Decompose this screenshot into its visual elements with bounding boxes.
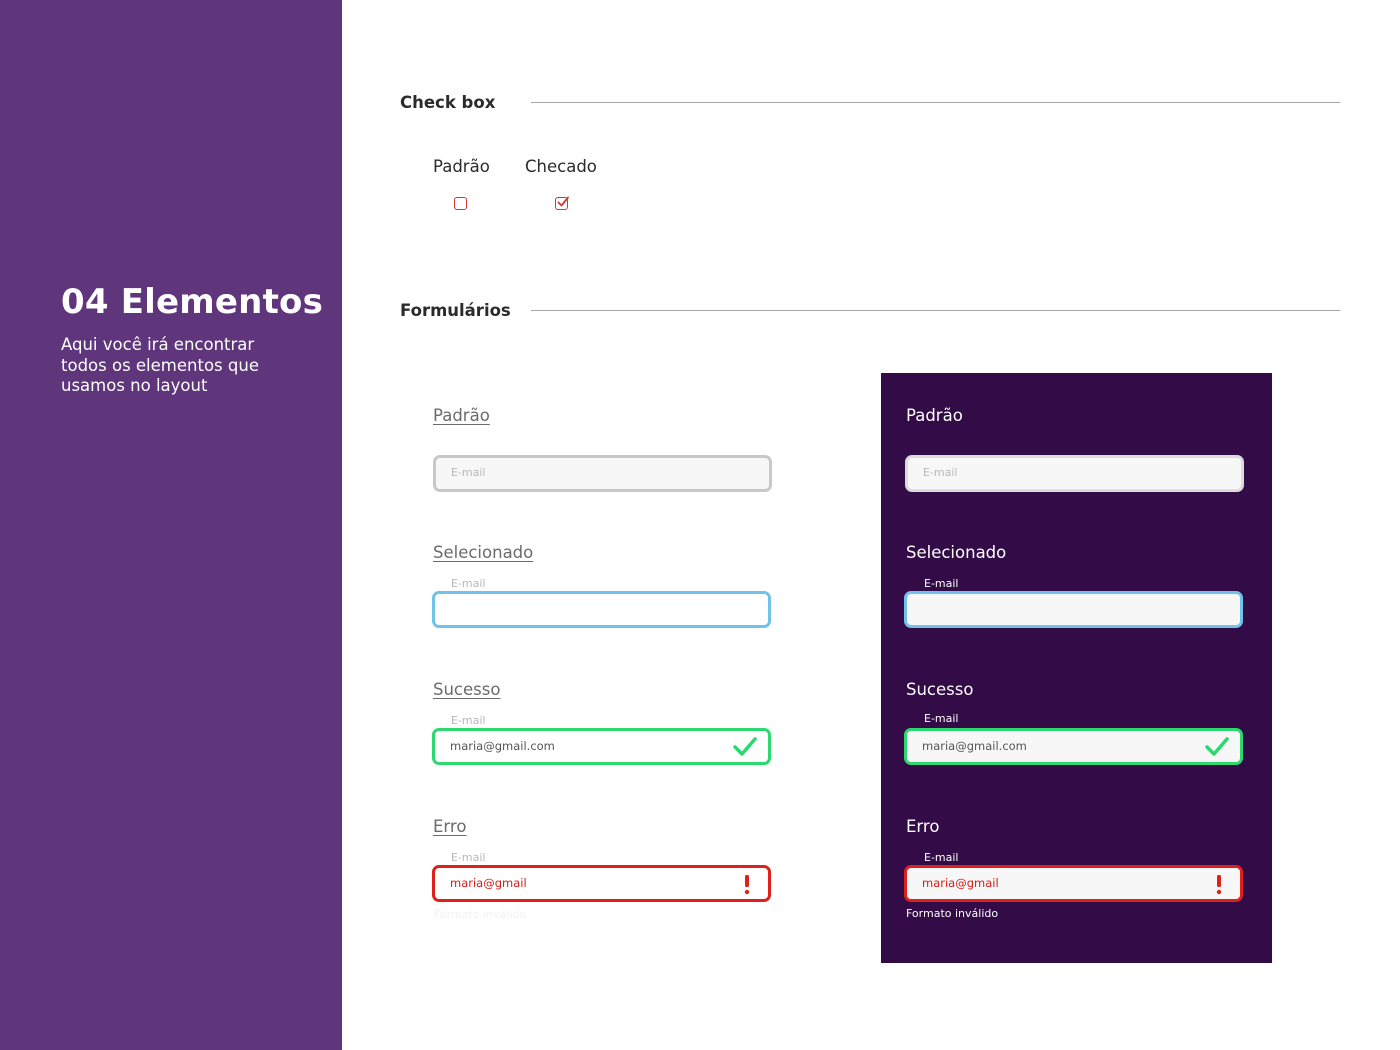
dark-selected-float-label: E-mail bbox=[921, 577, 962, 590]
dark-default-email-input[interactable]: E-mail bbox=[905, 455, 1244, 492]
light-success-value: maria@gmail.com bbox=[450, 739, 555, 753]
exclamation-icon bbox=[1216, 875, 1222, 895]
light-default-email-input[interactable]: E-mail bbox=[433, 455, 772, 492]
light-default-placeholder: E-mail bbox=[451, 466, 486, 479]
sidebar: 04 Elementos Aqui você irá encontrar tod… bbox=[0, 0, 342, 1050]
page-description: Aqui você irá encontrar todos os element… bbox=[61, 335, 259, 395]
exclamation-icon bbox=[744, 875, 750, 895]
dark-success-float-label: E-mail bbox=[921, 712, 962, 725]
forms-section-divider bbox=[531, 310, 1340, 311]
light-default-label: Padrão bbox=[433, 406, 490, 425]
light-error-value: maria@gmail bbox=[450, 876, 527, 890]
dark-error-email-input[interactable]: maria@gmail bbox=[904, 865, 1243, 902]
light-success-label: Sucesso bbox=[433, 680, 501, 699]
light-success-email-input[interactable]: maria@gmail.com bbox=[432, 728, 771, 765]
dark-default-placeholder: E-mail bbox=[923, 466, 958, 479]
checkmark-icon bbox=[557, 196, 569, 207]
light-error-helper-text: Formato inválido bbox=[434, 908, 527, 921]
light-error-email-input[interactable]: maria@gmail bbox=[432, 865, 771, 902]
light-selected-email-input[interactable] bbox=[432, 591, 771, 628]
checkbox-section-divider bbox=[531, 102, 1340, 103]
checkbox-default[interactable] bbox=[454, 197, 467, 210]
light-error-label: Erro bbox=[433, 817, 467, 836]
light-success-float-label: E-mail bbox=[448, 714, 489, 727]
light-error-float-label: E-mail bbox=[448, 851, 489, 864]
forms-section-title: Formulários bbox=[400, 301, 511, 320]
dark-default-label: Padrão bbox=[906, 406, 963, 425]
dark-error-float-label: E-mail bbox=[921, 851, 962, 864]
dark-success-value: maria@gmail.com bbox=[922, 739, 1027, 753]
dark-error-value: maria@gmail bbox=[922, 876, 999, 890]
dark-selected-label: Selecionado bbox=[906, 543, 1007, 562]
check-icon bbox=[733, 737, 757, 756]
dark-error-helper-text: Formato inválido bbox=[906, 907, 999, 920]
dark-success-label: Sucesso bbox=[906, 680, 974, 699]
checkbox-default-label: Padrão bbox=[433, 157, 490, 176]
page-title: 04 Elementos bbox=[61, 282, 324, 322]
checkbox-checked[interactable] bbox=[555, 196, 569, 210]
checkbox-checked-label: Checado bbox=[525, 157, 597, 176]
light-selected-float-label: E-mail bbox=[448, 577, 489, 590]
light-selected-label: Selecionado bbox=[433, 543, 534, 562]
dark-error-label: Erro bbox=[906, 817, 940, 836]
checkbox-section-title: Check box bbox=[400, 93, 496, 112]
check-icon bbox=[1205, 737, 1229, 756]
dark-selected-email-input[interactable] bbox=[904, 591, 1243, 628]
dark-success-email-input[interactable]: maria@gmail.com bbox=[904, 728, 1243, 765]
